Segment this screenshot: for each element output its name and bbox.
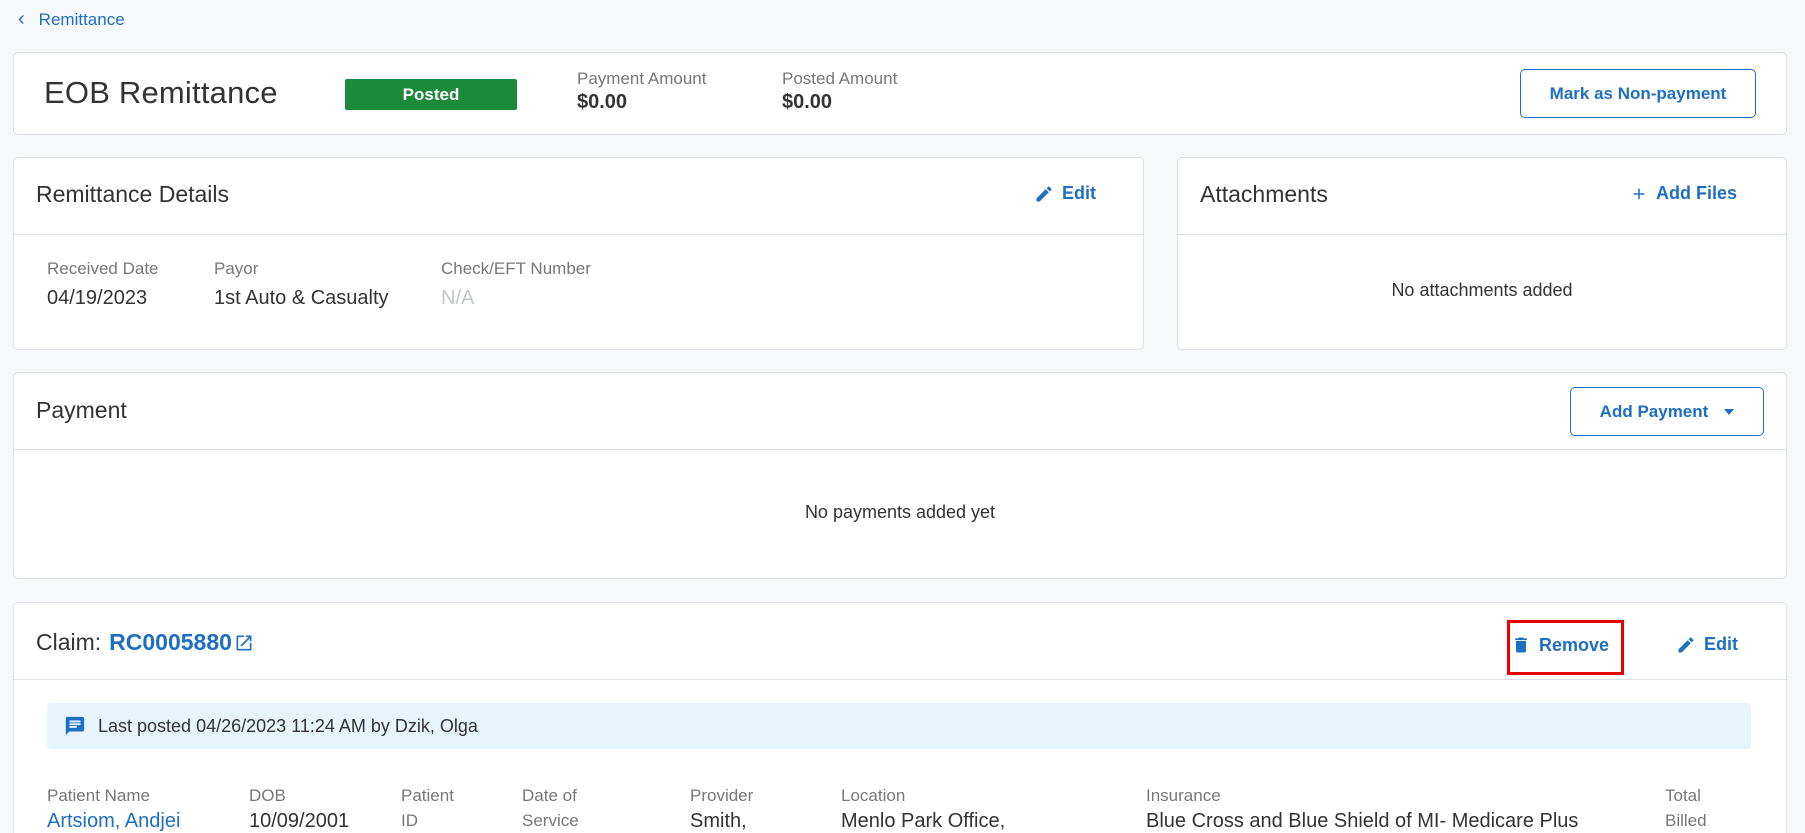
remove-claim-label: Remove <box>1539 634 1610 655</box>
check-number-value: N/A <box>441 287 475 309</box>
add-files-button[interactable]: Add Files <box>1630 183 1737 204</box>
location-column: Location Menlo Park Office, <box>841 783 1101 833</box>
date-of-service-column: Date of Service <box>522 783 602 833</box>
pencil-icon <box>1678 636 1694 652</box>
provider-label: Provider <box>690 786 754 805</box>
external-link-icon[interactable] <box>234 633 254 653</box>
insurance-label: Insurance <box>1146 786 1221 805</box>
patient-name-column: Patient Name Artsiom, Andjei <box>47 783 227 833</box>
last-posted-text: Last posted 04/26/2023 11:24 AM by Dzik,… <box>98 715 478 736</box>
add-files-label: Add Files <box>1656 183 1738 203</box>
payor-label: Payor <box>214 259 259 278</box>
last-posted-banner: Last posted 04/26/2023 11:24 AM by Dzik,… <box>47 703 1751 749</box>
page-title: EOB Remittance <box>44 75 278 110</box>
received-date-value: 04/19/2023 <box>47 287 148 309</box>
patient-id-label: Patient ID <box>401 786 454 830</box>
payment-amount: Payment Amount $0.00 <box>577 69 706 114</box>
edit-claim-label: Edit <box>1704 634 1738 654</box>
received-date-field: Received Date 04/19/2023 <box>47 259 159 310</box>
claim-id-link[interactable]: RC0005880 <box>109 629 232 656</box>
remittance-details-card: Remittance Details Edit Received Date 04… <box>13 157 1144 350</box>
edit-details-label: Edit <box>1062 183 1096 203</box>
provider-column: Provider Smith, <box>690 783 790 833</box>
payor-value: 1st Auto & Casualty <box>214 287 389 309</box>
posted-amount: Posted Amount $0.00 <box>782 69 897 114</box>
payment-amount-label: Payment Amount <box>577 69 707 88</box>
plus-icon <box>1633 188 1645 199</box>
remittance-header: EOB Remittance Posted Payment Amount $0.… <box>13 52 1787 135</box>
divider <box>1178 234 1786 235</box>
check-number-field: Check/EFT Number N/A <box>441 259 591 310</box>
dob-label: DOB <box>249 786 286 805</box>
status-badge: Posted <box>345 79 517 110</box>
patient-name-link[interactable]: Artsiom, Andjei <box>47 810 227 833</box>
payment-amount-value: $0.00 <box>577 91 628 113</box>
received-date-label: Received Date <box>47 259 159 278</box>
remittance-details-title: Remittance Details <box>36 181 230 207</box>
edit-details-button[interactable]: Edit <box>1034 183 1096 204</box>
mark-as-non-payment-button[interactable]: Mark as Non-payment <box>1520 69 1756 118</box>
attachments-empty-message: No attachments added <box>1391 280 1573 300</box>
divider <box>14 234 1143 235</box>
patient-name-label: Patient Name <box>47 786 150 805</box>
back-link-label: Remittance <box>38 10 125 29</box>
total-billed-label: Total Billed <box>1665 786 1707 830</box>
claim-card: Claim: RC0005880 Remove Edit Last posted… <box>13 602 1787 833</box>
divider <box>14 449 1786 450</box>
attachments-title: Attachments <box>1200 181 1328 207</box>
payor-field: Payor 1st Auto & Casualty <box>214 259 389 310</box>
posted-amount-label: Posted Amount <box>782 69 898 88</box>
posted-amount-value: $0.00 <box>782 91 833 113</box>
add-payment-button[interactable]: Add Payment <box>1570 387 1764 436</box>
insurance-value: Blue Cross and Blue Shield of MI- Medica… <box>1146 810 1579 832</box>
caret-down-icon <box>1724 408 1735 415</box>
check-number-label: Check/EFT Number <box>441 259 591 278</box>
date-of-service-label: Date of Service <box>522 786 579 830</box>
remove-claim-button[interactable]: Remove <box>1511 634 1609 656</box>
location-value: Menlo Park Office, <box>841 810 1006 832</box>
attachments-card: Attachments Add Files No attachments add… <box>1177 157 1787 350</box>
add-payment-label: Add Payment <box>1599 401 1709 421</box>
trash-icon <box>1515 637 1527 653</box>
comment-icon <box>65 716 85 736</box>
divider <box>14 679 1786 680</box>
total-billed-column: Total Billed <box>1665 783 1735 833</box>
dob-value: 10/09/2001 <box>249 810 350 832</box>
back-link[interactable]: ‹ Remittance <box>18 8 125 30</box>
provider-value: Smith, <box>690 810 747 832</box>
patient-id-column: Patient ID <box>401 783 471 833</box>
claim-prefix: Claim: <box>36 629 102 655</box>
chevron-left-icon: ‹ <box>18 8 25 30</box>
location-label: Location <box>841 786 906 805</box>
pencil-icon <box>1036 185 1052 201</box>
payment-title: Payment <box>36 397 127 423</box>
edit-claim-button[interactable]: Edit <box>1676 634 1738 655</box>
payment-card: Payment Add Payment No payments added ye… <box>13 372 1787 579</box>
dob-column: DOB 10/09/2001 <box>249 783 379 833</box>
claim-title: Claim: RC0005880 <box>36 629 254 656</box>
insurance-column: Insurance Blue Cross and Blue Shield of … <box>1146 783 1646 833</box>
payment-empty-message: No payments added yet <box>804 502 996 522</box>
